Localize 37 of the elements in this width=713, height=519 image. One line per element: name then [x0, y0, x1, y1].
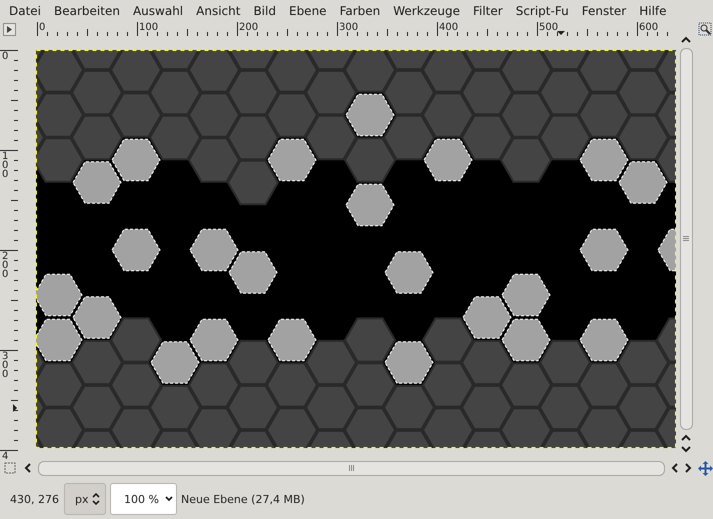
ruler-label: 400 [439, 22, 458, 33]
horizontal-scrollbar[interactable] [38, 460, 666, 476]
menu-item[interactable]: Bearbeiten [49, 4, 128, 18]
menu-item[interactable]: Datei [4, 4, 50, 18]
quick-mask-icon[interactable] [4, 462, 16, 474]
ruler-label: 200 [239, 22, 258, 33]
menu-item[interactable]: Fenster [576, 4, 634, 18]
menu-item[interactable]: Script-Fu [510, 4, 577, 18]
menu-item[interactable]: Bild [248, 4, 284, 18]
vertical-scrollbar[interactable] [680, 48, 692, 430]
ruler-label: 300 [2, 352, 8, 379]
ruler-label: 300 [339, 22, 358, 33]
menu-item[interactable]: Filter [468, 4, 511, 18]
spin-arrows-icon [92, 492, 100, 506]
zoom-icon[interactable] [698, 22, 712, 36]
grip-icon [348, 465, 355, 471]
zoom-dropdown[interactable]: 100 % [110, 483, 177, 515]
menu-item[interactable]: Werkzeuge [388, 4, 468, 18]
menu-item[interactable]: Auswahl [128, 4, 192, 18]
unit-selector[interactable]: px [64, 483, 106, 515]
ruler-label: 500 [539, 22, 558, 33]
menu-item[interactable]: Hilfe [634, 4, 675, 18]
ruler-label: 100 [139, 22, 158, 33]
grip-icon [683, 236, 689, 242]
layer-info: Neue Ebene (27,4 MB) [181, 492, 305, 506]
ruler-label: 4 [2, 452, 8, 461]
ruler-label: 100 [2, 152, 8, 179]
ruler-label: 200 [2, 252, 8, 279]
pointer-coordinates: 430, 276 [10, 492, 60, 506]
menu-item[interactable]: Ansicht [191, 4, 248, 18]
navigate-icon[interactable] [698, 460, 713, 476]
ruler-label: 0 [39, 22, 46, 33]
caret-icon [165, 496, 173, 502]
ruler-label: 600 [639, 22, 658, 33]
menu-item[interactable]: Ebene [284, 4, 335, 18]
ruler-label: 0 [2, 52, 8, 61]
menu-item[interactable]: Farben [334, 4, 388, 18]
